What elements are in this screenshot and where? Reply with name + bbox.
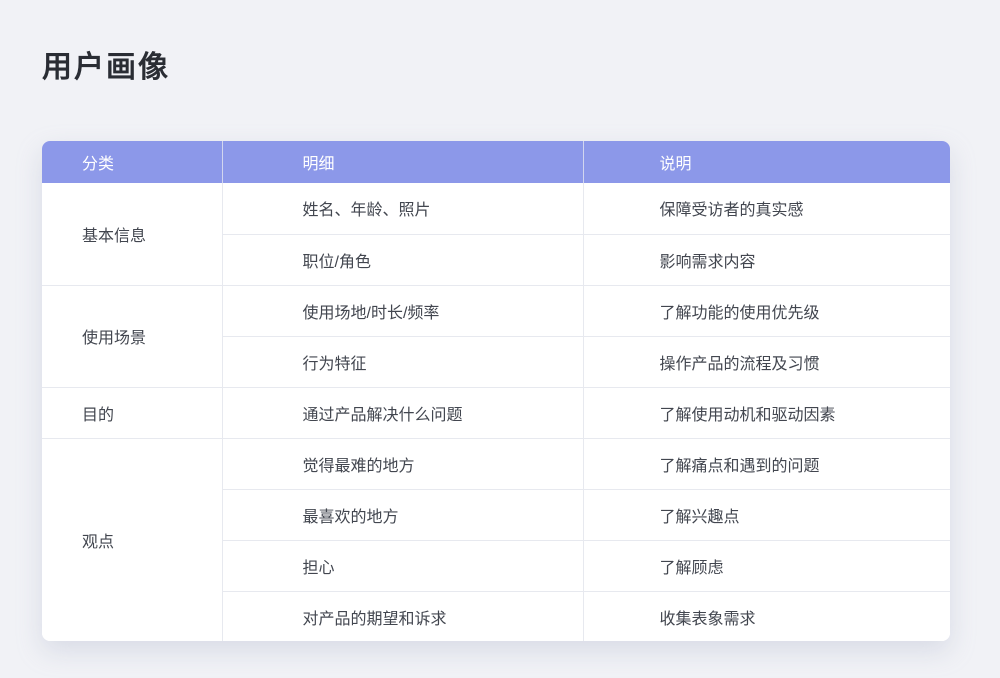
header-detail: 明细 — [222, 141, 583, 183]
detail-cell: 担心 — [222, 540, 583, 591]
persona-table: 分类 明细 说明 基本信息 姓名、年龄、照片 保障受访者的真实感 职位/角色 影… — [42, 141, 950, 641]
header-category: 分类 — [42, 141, 222, 183]
detail-cell: 最喜欢的地方 — [222, 489, 583, 540]
description-cell: 收集表象需求 — [583, 591, 950, 641]
detail-cell: 对产品的期望和诉求 — [222, 591, 583, 641]
table-row: 基本信息 姓名、年龄、照片 保障受访者的真实感 — [42, 183, 950, 234]
detail-cell: 使用场地/时长/频率 — [222, 285, 583, 336]
description-cell: 保障受访者的真实感 — [583, 183, 950, 234]
category-cell-basic-info: 基本信息 — [42, 183, 222, 285]
category-cell-purpose: 目的 — [42, 387, 222, 438]
description-cell: 了解痛点和遇到的问题 — [583, 438, 950, 489]
table-row: 使用场景 使用场地/时长/频率 了解功能的使用优先级 — [42, 285, 950, 336]
page: 用户画像 分类 明细 说明 基本信息 姓名、年龄、照片 保障受访者 — [0, 0, 1000, 678]
detail-cell: 职位/角色 — [222, 234, 583, 285]
page-title: 用户画像 — [42, 50, 170, 86]
detail-cell: 通过产品解决什么问题 — [222, 387, 583, 438]
detail-cell: 觉得最难的地方 — [222, 438, 583, 489]
table-row: 观点 觉得最难的地方 了解痛点和遇到的问题 — [42, 438, 950, 489]
description-cell: 了解兴趣点 — [583, 489, 950, 540]
table-row: 目的 通过产品解决什么问题 了解使用动机和驱动因素 — [42, 387, 950, 438]
description-cell: 了解使用动机和驱动因素 — [583, 387, 950, 438]
category-cell-usage-scenario: 使用场景 — [42, 285, 222, 387]
persona-table-card: 分类 明细 说明 基本信息 姓名、年龄、照片 保障受访者的真实感 职位/角色 影… — [42, 141, 950, 641]
description-cell: 了解功能的使用优先级 — [583, 285, 950, 336]
header-row: 分类 明细 说明 — [42, 141, 950, 183]
header-description: 说明 — [583, 141, 950, 183]
detail-cell: 行为特征 — [222, 336, 583, 387]
category-cell-viewpoint: 观点 — [42, 438, 222, 641]
description-cell: 了解顾虑 — [583, 540, 950, 591]
description-cell: 影响需求内容 — [583, 234, 950, 285]
description-cell: 操作产品的流程及习惯 — [583, 336, 950, 387]
detail-cell: 姓名、年龄、照片 — [222, 183, 583, 234]
